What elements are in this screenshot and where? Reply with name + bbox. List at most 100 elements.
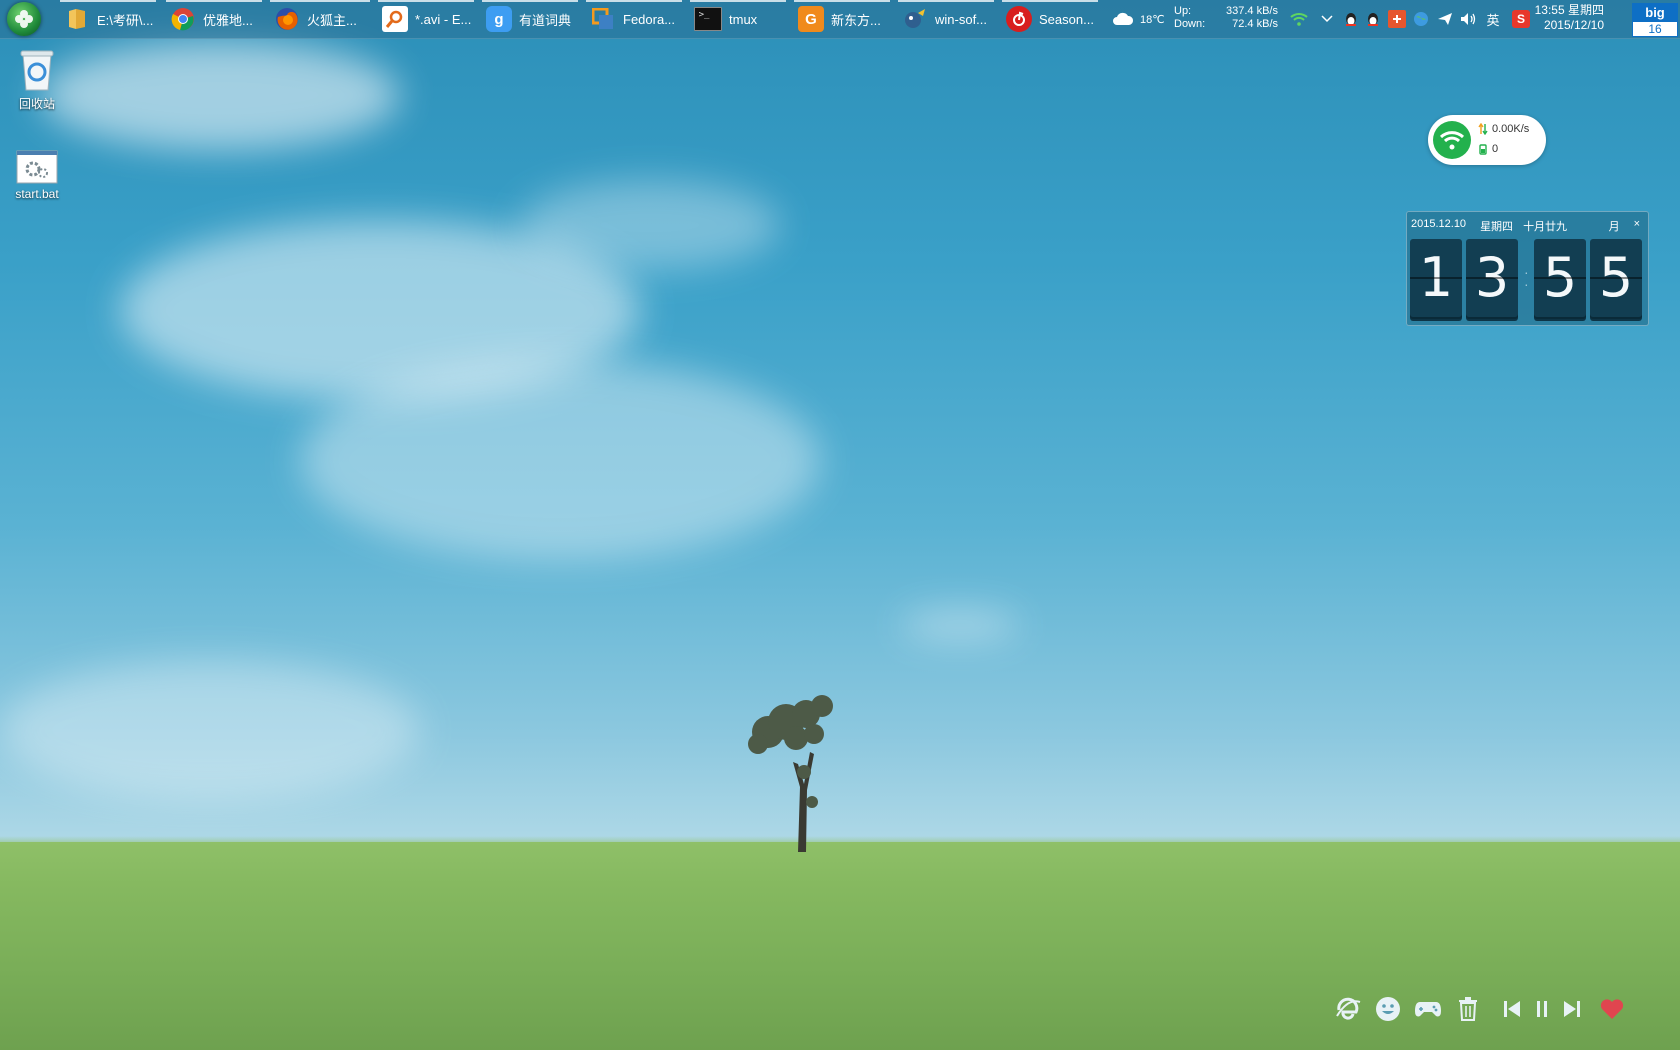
previous-track-icon[interactable] xyxy=(1498,995,1526,1023)
calendar-badge-top: big xyxy=(1633,4,1677,22)
task-pdf-reader[interactable]: G 新东方... xyxy=(794,0,890,38)
task-firefox[interactable]: 火狐主... xyxy=(270,0,370,38)
task-label: Fedora... xyxy=(623,11,676,27)
flip-digit-minute-tens: 5 xyxy=(1534,239,1586,317)
desktop-icon-start-bat[interactable]: start.bat xyxy=(2,150,72,201)
chevron-down-icon[interactable] xyxy=(1318,10,1336,28)
qq-penguin-icon[interactable] xyxy=(1364,10,1382,28)
clock-date: 2015/12/10 xyxy=(1543,18,1604,32)
desktop-icon-label: start.bat xyxy=(15,187,59,201)
terminal-icon: >_ xyxy=(694,7,722,31)
everything-search-icon xyxy=(382,6,408,32)
task-label: E:\考研\... xyxy=(97,12,154,28)
clock-weekday: 星期四 xyxy=(1567,3,1604,17)
batch-file-icon xyxy=(16,150,58,184)
desktop-icon-label: 回收站 xyxy=(18,97,55,111)
task-terminal[interactable]: >_ tmux xyxy=(690,0,786,38)
task-active-bar xyxy=(586,0,682,2)
task-active-bar xyxy=(60,0,156,2)
flip-clock-close-button[interactable]: × xyxy=(1634,218,1640,234)
chrome-icon xyxy=(170,6,196,32)
cloud xyxy=(520,180,780,270)
ime-skin-icon[interactable] xyxy=(1388,10,1406,28)
gamepad-icon[interactable] xyxy=(1414,995,1442,1023)
task-vmware[interactable]: Fedora... xyxy=(586,0,682,38)
start-button[interactable] xyxy=(7,2,41,36)
desktop-wallpaper xyxy=(0,0,1680,1050)
task-everything[interactable]: *.avi - E... xyxy=(378,0,474,38)
task-label: *.avi - E... xyxy=(415,11,472,27)
task-active-bar xyxy=(378,0,474,2)
task-active-bar xyxy=(898,0,994,2)
flip-clock-date: 2015.12.10 xyxy=(1411,218,1467,230)
task-active-bar xyxy=(794,0,890,2)
wifi-hotspot-widget[interactable]: 0.00K/s 0 xyxy=(1428,115,1546,165)
task-label: win-sof... xyxy=(935,11,988,27)
ie-browser-icon[interactable] xyxy=(1334,995,1362,1023)
taskbar-clock[interactable]: 13:55 星期四 2015/12/10 xyxy=(1535,3,1604,33)
flip-clock-colon: · · xyxy=(1524,264,1529,292)
paper-plane-icon[interactable] xyxy=(1436,10,1454,28)
task-active-bar xyxy=(482,0,578,2)
firefox-icon xyxy=(274,6,300,32)
calendar-badge-day: 16 xyxy=(1648,22,1662,36)
cloud xyxy=(0,660,420,800)
netease-music-icon xyxy=(1006,6,1032,32)
clover-icon xyxy=(15,10,33,28)
task-label: Season... xyxy=(1039,11,1094,27)
cloud xyxy=(300,360,820,560)
youdao-dict-icon: g xyxy=(486,6,512,32)
recycle-bin-icon xyxy=(20,50,54,91)
flip-digit-minute-ones: 5 xyxy=(1590,239,1642,317)
flip-clock-lunar: 十月廿九 xyxy=(1523,221,1568,233)
cloud xyxy=(40,40,400,150)
trash-icon[interactable] xyxy=(1454,995,1482,1023)
pause-icon[interactable] xyxy=(1528,995,1556,1023)
connected-devices-count: 0 xyxy=(1492,143,1499,155)
task-label: 有道词典 xyxy=(519,12,572,28)
net-down-value: 72.4 kB/s xyxy=(1232,18,1278,30)
task-youdao[interactable]: g 有道词典 xyxy=(482,0,578,38)
task-chrome[interactable]: 优雅地... xyxy=(166,0,262,38)
task-label: tmux xyxy=(729,11,758,27)
smiley-icon[interactable] xyxy=(1374,995,1402,1023)
flip-digit-hour-tens: 1 xyxy=(1410,239,1462,317)
task-netease-music[interactable]: Season... xyxy=(1002,0,1098,38)
task-active-bar xyxy=(270,0,370,2)
wifi-tray-icon[interactable] xyxy=(1290,10,1308,28)
flip-clock-widget: 2015.12.10 星期四 十月廿九 月 × 1 3 · · 5 5 xyxy=(1406,211,1649,326)
clock-time: 13:55 xyxy=(1534,3,1565,17)
pdf-reader-icon: G xyxy=(798,6,824,32)
device-icon xyxy=(1479,144,1487,155)
task-active-bar xyxy=(1002,0,1098,2)
task-win-software[interactable]: win-sof... xyxy=(898,0,994,38)
task-label: 新东方... xyxy=(831,12,881,28)
globe-icon[interactable] xyxy=(1412,10,1430,28)
wifi-speed: 0.00K/s xyxy=(1492,123,1530,135)
flip-clock-weekday: 星期四 xyxy=(1480,221,1514,233)
folder-icon xyxy=(64,6,90,32)
qq-penguin-icon[interactable] xyxy=(1342,10,1360,28)
flip-clock-month-button[interactable]: 月 xyxy=(1609,218,1620,234)
vmware-icon xyxy=(590,6,616,32)
weather-temp: 18℃ xyxy=(1140,13,1165,26)
cloud xyxy=(900,610,1020,640)
net-speed-monitor[interactable]: Up: 337.4 kB/s Down: 72.4 kB/s xyxy=(1174,5,1278,31)
transfer-arrows-icon xyxy=(1478,123,1488,135)
heart-icon[interactable] xyxy=(1598,995,1626,1023)
calendar-badge[interactable]: big 16 xyxy=(1632,3,1678,37)
wifi-icon xyxy=(1433,121,1471,159)
task-explorer[interactable]: E:\考研\... xyxy=(60,0,156,38)
taskbar: E:\考研\... 优雅地... 火狐主... *.avi - E... g 有… xyxy=(0,0,1680,39)
task-label: 优雅地... xyxy=(203,12,253,28)
weather-widget[interactable]: 18℃ xyxy=(1112,0,1165,38)
task-label: 火狐主... xyxy=(307,12,357,28)
task-active-bar xyxy=(166,0,262,2)
ime-language-indicator[interactable]: 英 xyxy=(1484,10,1502,28)
desktop-icon-recycle-bin[interactable]: 回收站 xyxy=(2,48,72,112)
volume-icon[interactable] xyxy=(1460,10,1478,28)
net-up-label: Up: xyxy=(1174,5,1192,17)
flip-digit-hour-ones: 3 xyxy=(1466,239,1518,317)
next-track-icon[interactable] xyxy=(1558,995,1586,1023)
tree-image xyxy=(748,695,833,852)
